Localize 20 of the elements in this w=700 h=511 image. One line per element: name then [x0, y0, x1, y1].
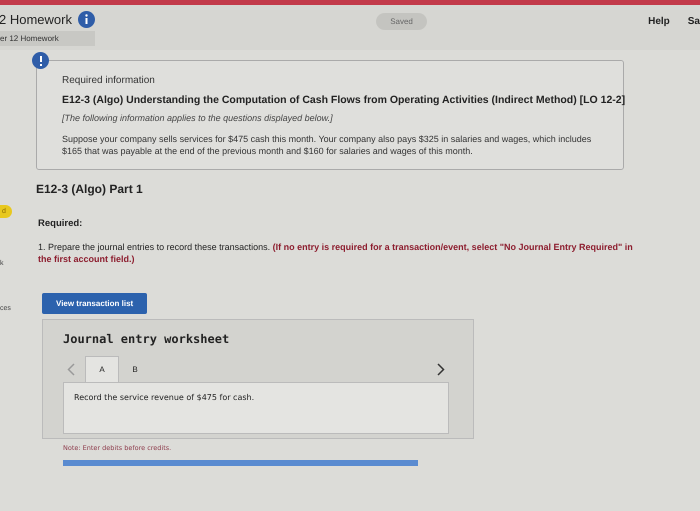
view-transaction-list-button[interactable]: View transaction list	[42, 293, 148, 314]
problem-title: E12-3 (Algo) Understanding the Computation of Cash Flows from Operating Activities (Indirect Method) [LO 12-2]	[62, 94, 626, 107]
assignment-title: 2 Homework	[0, 12, 72, 27]
part-title: E12-3 (Algo) Part 1	[36, 182, 143, 196]
instruction-text: 1. Prepare the journal entries to record these transactions. (If no entry is required for a transaction/event, select "No Journal Entry Required" in the first account field.)	[38, 241, 634, 265]
chevron-right-icon[interactable]	[437, 363, 445, 376]
saved-status: Saved	[376, 13, 427, 30]
required-label: Required:	[38, 218, 82, 229]
problem-description: Suppose your company sells services for $475 cash this month. Your company also pays $325 in salaries and wages, which includes $165 that was payable at the end of the previous month and $160 for salaries and wages of this month.	[62, 133, 592, 157]
header-link[interactable]: Sa	[688, 16, 700, 27]
card-heading: Required information	[62, 75, 156, 86]
header-link[interactable]: Help	[648, 16, 670, 27]
info-icon[interactable]	[78, 11, 95, 28]
alert-icon	[32, 52, 49, 69]
worksheet-tab[interactable]: A	[85, 356, 119, 382]
worksheet-tab[interactable]: B	[119, 357, 151, 382]
worksheet-title: Journal entry worksheet	[63, 332, 230, 346]
breadcrumb-tooltip: er 12 Homework	[0, 31, 95, 46]
entry-prompt: Record the service revenue of $475 for cash.	[74, 393, 254, 402]
info-note: [The following information applies to the questions displayed below.]	[62, 113, 334, 123]
